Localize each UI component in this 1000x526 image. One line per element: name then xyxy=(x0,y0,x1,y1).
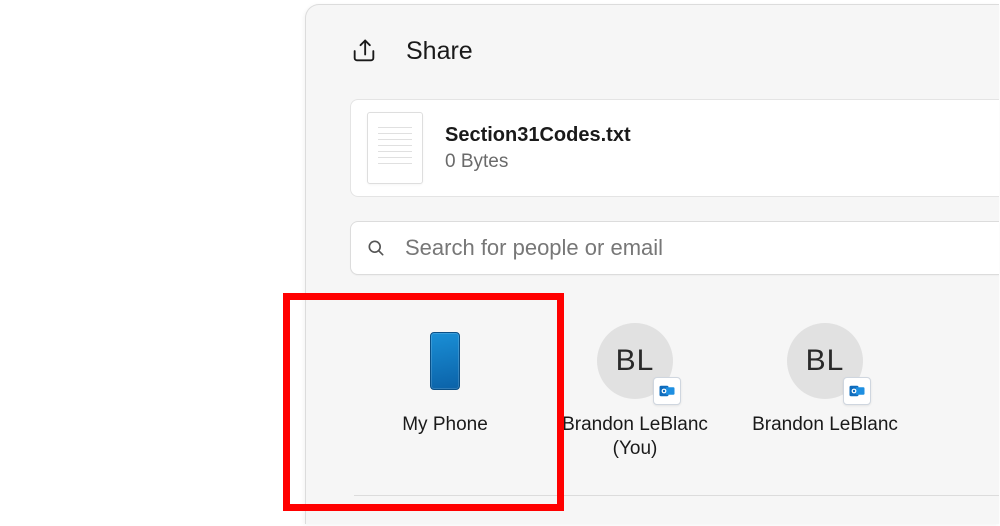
avatar: BL xyxy=(597,323,673,399)
share-target-contact[interactable]: BL Brandon LeBlanc xyxy=(750,323,900,437)
share-target-contact-you[interactable]: BL Brandon LeBlanc (You) xyxy=(560,323,710,461)
target-label: Brandon LeBlanc xyxy=(752,413,898,437)
phone-icon xyxy=(407,323,483,399)
panel-header: Share xyxy=(350,5,999,91)
section-divider xyxy=(354,495,999,496)
search-bar[interactable] xyxy=(350,221,999,275)
file-name: Section31Codes.txt xyxy=(445,124,631,147)
file-card[interactable]: Section31Codes.txt 0 Bytes xyxy=(350,99,999,197)
share-target-my-phone[interactable]: My Phone xyxy=(370,323,520,437)
file-document-icon xyxy=(367,112,423,184)
file-size: 0 Bytes xyxy=(445,151,631,173)
avatar: BL xyxy=(787,323,863,399)
avatar-initials: BL xyxy=(616,344,655,378)
search-icon xyxy=(365,237,387,259)
share-panel: Share Section31Codes.txt 0 Bytes xyxy=(305,4,999,524)
panel-inner: Share Section31Codes.txt 0 Bytes xyxy=(306,5,999,496)
target-label: Brandon LeBlanc (You) xyxy=(560,413,710,461)
outlook-icon xyxy=(843,377,871,405)
search-input[interactable] xyxy=(403,234,985,262)
file-meta: Section31Codes.txt 0 Bytes xyxy=(445,124,631,173)
avatar-initials: BL xyxy=(806,344,845,378)
share-icon xyxy=(350,37,378,65)
target-label: My Phone xyxy=(402,413,488,437)
outlook-icon xyxy=(653,377,681,405)
share-targets-row: My Phone BL Brandon LeBlanc (You) xyxy=(350,323,999,461)
panel-title: Share xyxy=(406,37,473,66)
